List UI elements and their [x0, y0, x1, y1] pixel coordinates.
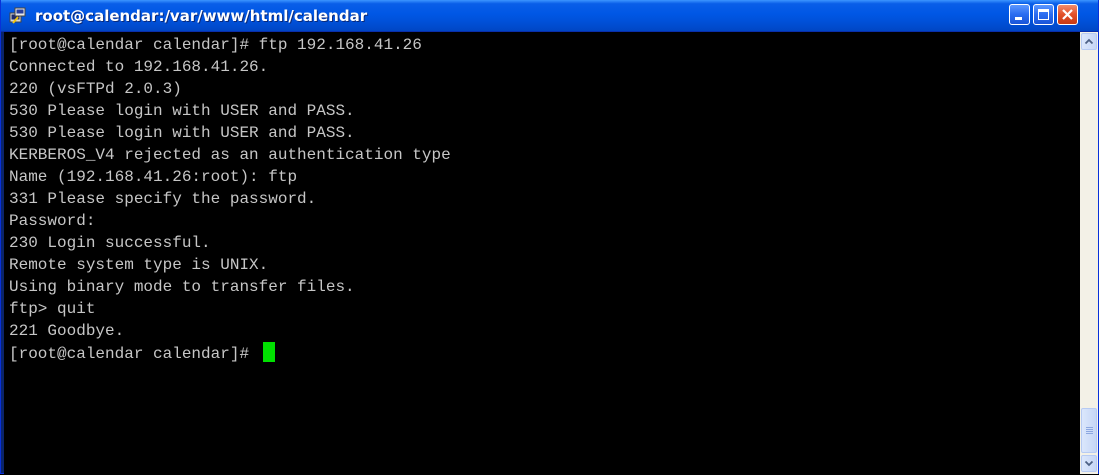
terminal-prompt: [root@calendar calendar]#	[9, 345, 259, 363]
terminal-line: Connected to 192.168.41.26.	[9, 58, 269, 76]
scroll-up-button[interactable]	[1081, 33, 1097, 50]
terminal-line: [root@calendar calendar]# ftp 192.168.41…	[9, 36, 422, 54]
vertical-scrollbar[interactable]	[1080, 32, 1098, 474]
terminal-line: 331 Please specify the password.	[9, 190, 317, 208]
terminal-window: root@calendar:/var/www/html/calendar [ro…	[0, 0, 1099, 474]
window-title: root@calendar:/var/www/html/calendar	[35, 7, 368, 25]
terminal-line: Remote system type is UNIX.	[9, 256, 269, 274]
minimize-icon	[1015, 17, 1022, 20]
terminal-line: 221 Goodbye.	[9, 322, 125, 340]
putty-terminal-icon[interactable]	[9, 7, 27, 24]
terminal-cursor	[262, 342, 275, 362]
maximize-icon	[1038, 9, 1049, 20]
terminal-prompt-line: [root@calendar calendar]#	[9, 342, 275, 364]
chevron-down-icon	[1084, 460, 1094, 467]
title-bar[interactable]: root@calendar:/var/www/html/calendar	[1, 0, 1098, 32]
minimize-button[interactable]	[1009, 4, 1030, 25]
close-icon	[1062, 9, 1073, 20]
grip-line	[1086, 427, 1093, 428]
grip-line	[1086, 429, 1093, 430]
grip-line	[1086, 431, 1093, 432]
scroll-down-button[interactable]	[1081, 455, 1097, 472]
terminal-line: Name (192.168.41.26:root): ftp	[9, 168, 298, 186]
terminal-line: 230 Login successful.	[9, 234, 211, 252]
terminal-line: 530 Please login with USER and PASS.	[9, 124, 355, 142]
terminal-line: ftp> quit	[9, 300, 96, 318]
terminal-line: Using binary mode to transfer files.	[9, 278, 355, 296]
close-button[interactable]	[1057, 4, 1078, 25]
terminal-output[interactable]: [root@calendar calendar]# ftp 192.168.41…	[4, 32, 1080, 474]
terminal-line: 530 Please login with USER and PASS.	[9, 102, 355, 120]
maximize-button[interactable]	[1033, 4, 1054, 25]
terminal-line: 220 (vsFTPd 2.0.3)	[9, 80, 182, 98]
scrollbar-thumb[interactable]	[1081, 408, 1097, 453]
terminal-line: KERBEROS_V4 rejected as an authenticatio…	[9, 146, 451, 164]
chevron-up-icon	[1084, 38, 1094, 45]
terminal-line: Password:	[9, 212, 96, 230]
grip-line	[1086, 433, 1093, 434]
